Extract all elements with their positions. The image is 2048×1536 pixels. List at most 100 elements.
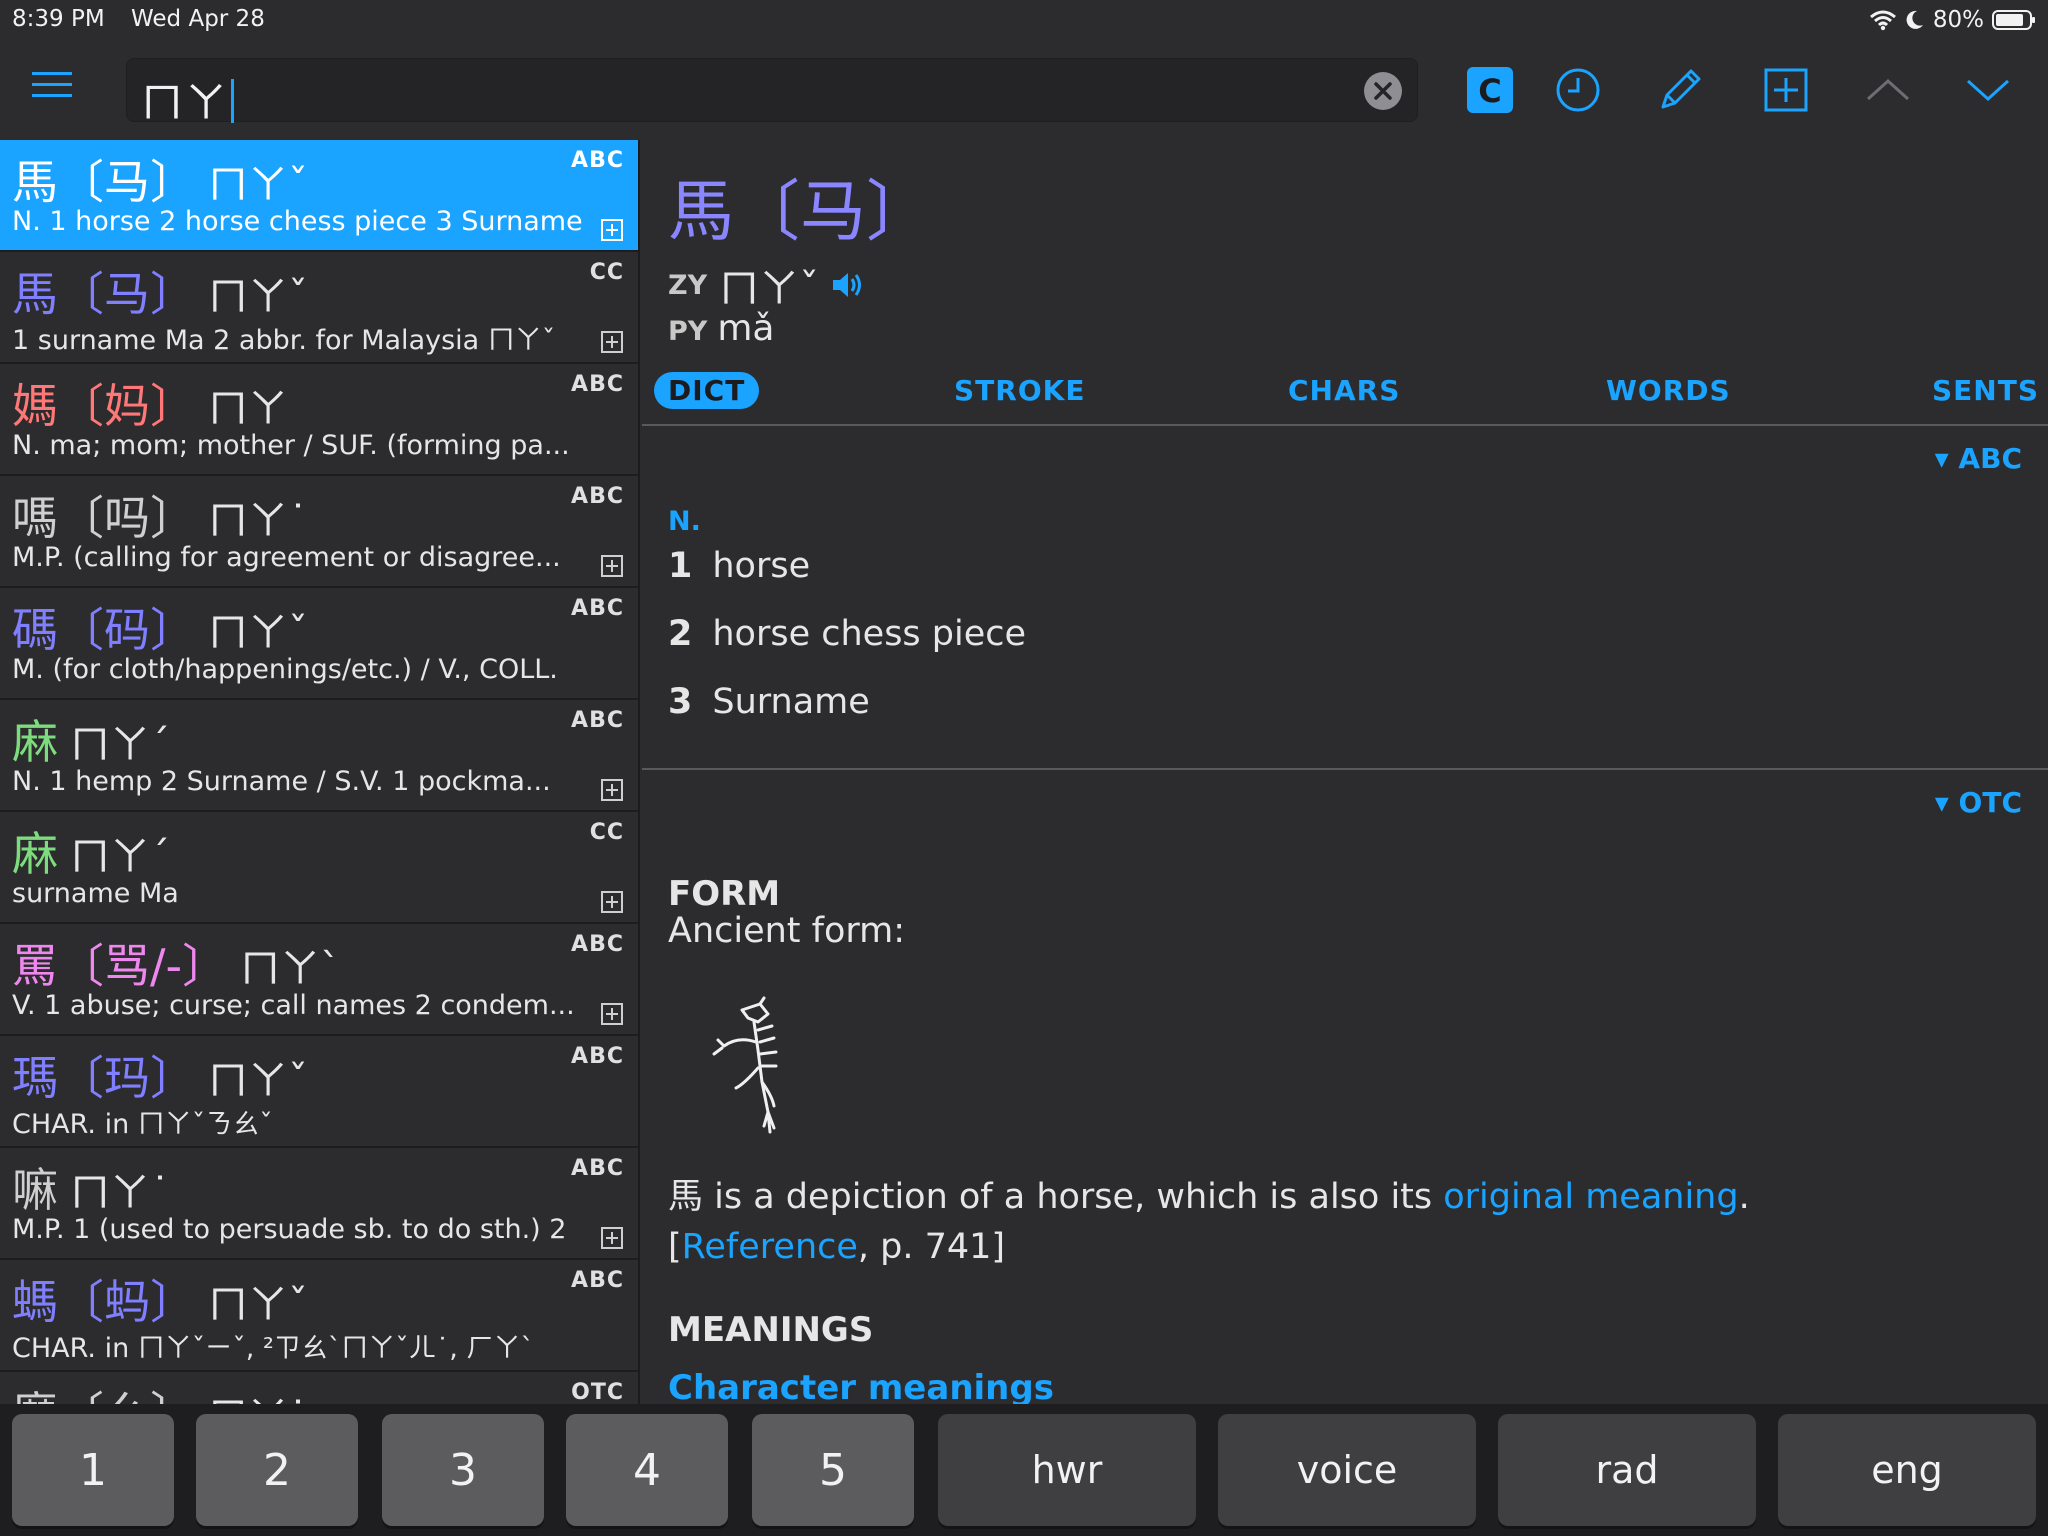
clear-icon <box>1364 72 1402 110</box>
battery-percent: 80% <box>1932 7 1984 33</box>
key-4[interactable]: 4 <box>566 1414 728 1526</box>
pinyin-line: PY mǎ <box>668 308 774 349</box>
result-char: 麻 <box>12 715 58 769</box>
next-button[interactable] <box>1960 62 2016 118</box>
result-definition: CHAR. in ㄇㄚˇㄋㄠˇ <box>12 1109 273 1140</box>
tab-stroke[interactable]: STROKE <box>954 374 1085 407</box>
add-to-list-icon[interactable] <box>600 1226 624 1250</box>
entry-headword: 馬〔马〕 <box>668 158 932 254</box>
result-source-badge: ABC <box>571 148 624 173</box>
add-to-list-icon[interactable] <box>600 554 624 578</box>
result-zhuyin: ㄇㄚ˙ <box>208 498 308 544</box>
add-to-list-icon[interactable] <box>600 218 624 242</box>
result-zhuyin: ㄇㄚˇ <box>208 610 308 656</box>
result-definition: 1 surname Ma 2 abbr. for Malaysia ㄇㄚˇ <box>12 325 556 356</box>
result-definition: N. 1 horse 2 horse chess piece 3 Surname <box>12 206 583 237</box>
result-row[interactable]: 媽〔妈〕 ㄇㄚ ABC N. ma; mom; mother / SUF. (form… <box>0 364 638 476</box>
result-row[interactable]: 嘛ㄇㄚ˙ ABC M.P. 1 (used to persuade sb. to d… <box>0 1148 638 1260</box>
result-row[interactable]: 馬〔马〕 ㄇㄚˇ CC 1 surname Ma 2 abbr. for Malays… <box>0 252 638 364</box>
result-row[interactable]: 螞〔蚂〕 ㄇㄚˇ ABC CHAR. in ㄇㄚˇㄧˇ, ²ㄗㄠˋㄇㄚˇㄦ˙, ㄏㄚˋ <box>0 1260 638 1372</box>
result-source-badge: ABC <box>571 708 624 733</box>
result-headword: 螞〔蚂〕 ㄇㄚˇ <box>12 1266 308 1332</box>
key-1[interactable]: 1 <box>12 1414 174 1526</box>
zhuyin-value: ㄇㄚˇ <box>719 266 820 312</box>
status-time: 8:39 PM <box>12 6 105 32</box>
result-row[interactable]: 嗎〔吗〕 ㄇㄚ˙ ABC M.P. (calling for agreement or… <box>0 476 638 588</box>
meanings-heading: MEANINGS <box>668 1310 874 1350</box>
result-char: 嗎 <box>12 491 58 545</box>
result-char: 罵 <box>12 939 58 993</box>
meaning-item: 1 horse <box>668 546 811 586</box>
zhuyin-label: ZY <box>668 269 708 301</box>
key-5[interactable]: 5 <box>752 1414 914 1526</box>
result-row[interactable]: 罵〔骂/-〕 ㄇㄚˋ ABC V. 1 abuse; curse; call name… <box>0 924 638 1036</box>
moon-icon <box>1906 10 1923 29</box>
reference-link[interactable]: Reference <box>682 1227 858 1267</box>
result-row[interactable]: 瑪〔玛〕 ㄇㄚˇ ABC CHAR. in ㄇㄚˇㄋㄠˇ <box>0 1036 638 1148</box>
key-eng[interactable]: eng <box>1778 1414 2036 1526</box>
abc-section-toggle[interactable]: ▾ ABC <box>1935 442 2022 475</box>
history-button[interactable] <box>1550 62 1606 118</box>
key-3[interactable]: 3 <box>382 1414 544 1526</box>
result-headword: 嗎〔吗〕 ㄇㄚ˙ <box>12 482 308 548</box>
search-query: ㄇㄚ <box>141 78 230 127</box>
key-voice[interactable]: voice <box>1218 1414 1476 1526</box>
result-row[interactable]: 馬〔马〕 ㄇㄚˇ ABC N. 1 horse 2 horse chess piece… <box>0 140 638 252</box>
tab-words[interactable]: WORDS <box>1606 374 1731 407</box>
result-definition: CHAR. in ㄇㄚˇㄧˇ, ²ㄗㄠˋㄇㄚˇㄦ˙, ㄏㄚˋ <box>12 1333 534 1364</box>
tab-chars[interactable]: CHARS <box>1288 374 1400 407</box>
result-headword: 罵〔骂/-〕 ㄇㄚˋ <box>12 930 340 996</box>
edit-button[interactable] <box>1652 62 1708 118</box>
result-char: 瑪 <box>12 1051 58 1105</box>
result-row[interactable]: 麼〔么〕 ㄇㄚ˙ OTC <box>0 1372 638 1404</box>
result-row[interactable]: 碼〔码〕 ㄇㄚˇ ABC M. (for cloth/happenings/etc.)… <box>0 588 638 700</box>
key-2[interactable]: 2 <box>196 1414 358 1526</box>
clear-search-button[interactable] <box>1363 71 1403 111</box>
result-source-badge: ABC <box>571 1156 624 1181</box>
pinyin-label: PY <box>668 316 708 347</box>
original-meaning-link[interactable]: original meaning <box>1443 1177 1738 1217</box>
result-row[interactable]: 麻ㄇㄚˊ CC surname Ma <box>0 812 638 924</box>
status-indicators: 80% <box>1869 4 2036 36</box>
result-definition: M.P. (calling for agreement or disagree.… <box>12 542 561 573</box>
add-to-list-icon[interactable] <box>600 1002 624 1026</box>
add-to-list-icon[interactable] <box>600 778 624 802</box>
ancient-horse-glyph <box>712 996 778 1134</box>
result-definition: M. (for cloth/happenings/etc.) / V., COL… <box>12 654 558 685</box>
wifi-icon <box>1869 10 1896 31</box>
menu-button[interactable] <box>30 70 90 110</box>
result-char: 螞 <box>12 1275 58 1329</box>
add-to-list-icon[interactable] <box>600 890 624 914</box>
hamburger-icon <box>32 72 72 97</box>
character-meanings-link[interactable]: Character meanings <box>668 1368 1054 1404</box>
section-divider <box>642 768 2048 770</box>
result-char: 馬 <box>12 155 58 209</box>
add-button[interactable] <box>1758 62 1814 118</box>
result-source-badge: CC <box>589 820 624 845</box>
ancient-form-label: Ancient form: <box>668 911 906 951</box>
result-zhuyin: ㄇㄚˋ <box>240 946 341 992</box>
previous-button[interactable] <box>1860 62 1916 118</box>
result-headword: 嘛ㄇㄚ˙ <box>12 1154 170 1220</box>
add-to-list-icon[interactable] <box>600 330 624 354</box>
entry-detail: 馬〔马〕 ZY ㄇㄚˇ PY mǎ DICT STROKE CHARS WORD… <box>642 140 2048 1404</box>
result-simplified: 〔码〕 <box>58 603 196 657</box>
key-hwr[interactable]: hwr <box>938 1414 1196 1526</box>
result-simplified: 〔玛〕 <box>58 1051 196 1105</box>
search-input[interactable]: ㄇㄚ <box>126 58 1418 127</box>
result-definition: M.P. 1 (used to persuade sb. to do sth.)… <box>12 1214 567 1245</box>
headword-simplified: 〔马〕 <box>734 173 932 250</box>
clipboard-c-button[interactable]: C <box>1462 62 1518 118</box>
result-headword: 馬〔马〕 ㄇㄚˇ <box>12 146 308 212</box>
tab-dict[interactable]: DICT <box>654 372 760 409</box>
text-caret <box>231 79 235 123</box>
result-zhuyin: ㄇㄚ˙ <box>208 1394 308 1404</box>
speaker-icon[interactable] <box>831 270 865 300</box>
pinyin-value: mǎ <box>717 308 775 349</box>
otc-section-toggle[interactable]: ▾ OTC <box>1935 786 2022 819</box>
status-bar: 8:39 PM Wed Apr 28 80% <box>0 0 2048 40</box>
result-row[interactable]: 麻ㄇㄚˊ ABC N. 1 hemp 2 Surname / S.V. 1 pock… <box>0 700 638 812</box>
tab-sents[interactable]: SENTS <box>1932 374 2039 407</box>
result-definition: N. 1 hemp 2 Surname / S.V. 1 pockma... <box>12 766 551 797</box>
key-rad[interactable]: rad <box>1498 1414 1756 1526</box>
